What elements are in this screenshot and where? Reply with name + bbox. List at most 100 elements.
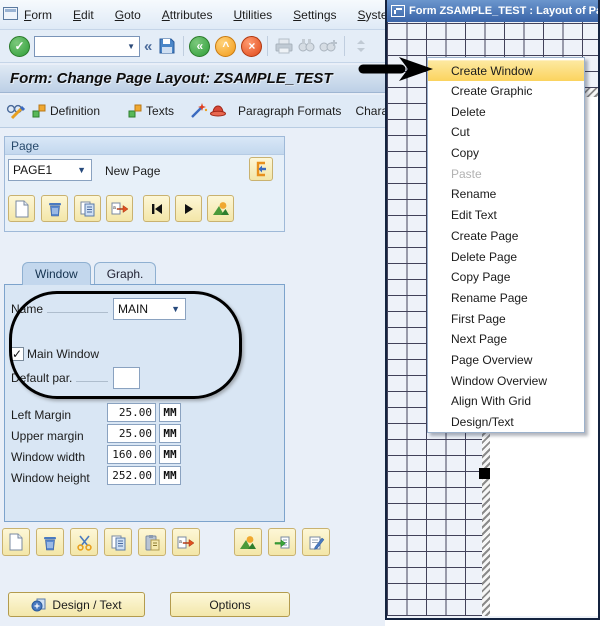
find-icon[interactable]: [295, 35, 317, 57]
default-par-label: Default par.: [11, 371, 73, 385]
collapse-icon[interactable]: «: [144, 38, 152, 55]
upper-margin-unit[interactable]: MM: [159, 424, 181, 443]
tab-window[interactable]: Window: [22, 262, 91, 285]
screen-title: Form: Change Page Layout: ZSAMPLE_TEST: [10, 70, 333, 87]
page-scroll-icon[interactable]: [350, 35, 372, 57]
default-par-field[interactable]: [113, 367, 140, 389]
options-button[interactable]: Options: [170, 592, 290, 617]
window-tab-panel: Name MAIN ▼ ✓ Main Window Default par. L…: [4, 284, 285, 522]
window-name-select[interactable]: MAIN ▼: [113, 298, 186, 320]
paste-button[interactable]: [138, 528, 166, 556]
ctx-rename-page[interactable]: Rename Page: [428, 288, 584, 309]
svg-text:a: a: [113, 205, 116, 211]
menu-system[interactable]: System: [358, 8, 385, 22]
resize-handle[interactable]: [479, 468, 490, 479]
ctx-create-page[interactable]: Create Page: [428, 226, 584, 247]
character-formats-button[interactable]: Characte: [355, 104, 385, 118]
copy-page-button[interactable]: [74, 195, 101, 222]
caret-down-icon: ▼: [77, 165, 86, 175]
scissors-icon: [76, 535, 92, 551]
first-page-button[interactable]: [143, 195, 170, 222]
delete-page-button[interactable]: [41, 195, 68, 222]
ctx-design-text[interactable]: Design/Text: [428, 412, 584, 433]
ctx-delete[interactable]: Delete: [428, 102, 584, 123]
definition-icon: [32, 104, 46, 118]
save-icon[interactable]: [156, 35, 178, 57]
ctx-paste: Paste: [451, 166, 482, 181]
form-window-icon: [391, 5, 405, 17]
ctx-window-overview[interactable]: Window Overview: [428, 371, 584, 392]
command-field[interactable]: ▼: [34, 35, 140, 57]
menu-edit[interactable]: Edit: [73, 8, 94, 22]
definition-button[interactable]: Definition: [32, 104, 100, 118]
page-groupbox: Page PAGE1 ▼ New Page a: [4, 136, 285, 232]
delete-window-button[interactable]: [36, 528, 64, 556]
enter-check-icon[interactable]: ✓: [9, 35, 30, 57]
paragraph-formats-button[interactable]: Paragraph Formats: [238, 104, 341, 118]
field-label: Left Margin: [11, 408, 72, 422]
menu-goto[interactable]: Goto: [115, 8, 141, 22]
create-window-button[interactable]: [2, 528, 30, 556]
page-select[interactable]: PAGE1 ▼: [8, 159, 92, 181]
find-next-icon[interactable]: [317, 35, 339, 57]
ctx-page-overview[interactable]: Page Overview: [428, 350, 584, 371]
edit-text-button[interactable]: [302, 528, 330, 556]
ctx-copy[interactable]: Copy: [428, 143, 584, 164]
design-text-icon: [31, 598, 46, 612]
edit-pencil-icon: [309, 536, 324, 550]
overview-image-icon: [240, 535, 256, 549]
ctx-first-page[interactable]: First Page: [428, 309, 584, 330]
window-overview-button[interactable]: [234, 528, 262, 556]
ctx-create-window[interactable]: Create Window: [428, 60, 584, 81]
display-change-icon[interactable]: [4, 100, 26, 122]
command-dropdown-icon[interactable]: ▼: [123, 42, 139, 51]
paste-icon: [145, 534, 159, 550]
back-icon[interactable]: «: [189, 35, 211, 57]
first-page-icon: [151, 203, 162, 214]
copy-button[interactable]: [104, 528, 132, 556]
command-input[interactable]: [35, 37, 124, 55]
system-menu-icon[interactable]: [3, 7, 18, 20]
ctx-align-with-grid[interactable]: Align With Grid: [428, 391, 584, 412]
ctx-edit-text[interactable]: Edit Text: [428, 205, 584, 226]
menu-form[interactable]: Form: [24, 8, 52, 22]
tab-graph[interactable]: Graph.: [93, 262, 157, 285]
next-page-button[interactable]: [175, 195, 202, 222]
ctx-create-graphic[interactable]: Create Graphic: [428, 81, 584, 102]
ctx-rename[interactable]: Rename: [428, 184, 584, 205]
window-height-field[interactable]: 252.00: [107, 466, 156, 485]
sap-form-painter-screen: Form Edit Goto Attributes Utilities Sett…: [0, 0, 600, 626]
menu-settings[interactable]: Settings: [293, 8, 336, 22]
caret-down-icon: ▼: [171, 304, 180, 314]
window-width-unit[interactable]: MM: [159, 445, 181, 464]
print-icon[interactable]: [273, 35, 295, 57]
ctx-delete-page[interactable]: Delete Page: [428, 247, 584, 268]
left-margin-unit[interactable]: MM: [159, 403, 181, 422]
exit-icon[interactable]: ^: [215, 35, 237, 57]
design-text-button[interactable]: Design / Text: [8, 592, 145, 617]
menu-utilities[interactable]: Utilities: [233, 8, 272, 22]
jump-back-button[interactable]: [249, 157, 273, 181]
hat-icon[interactable]: [208, 100, 228, 122]
create-page-button[interactable]: [8, 195, 35, 222]
cancel-icon[interactable]: ×: [241, 35, 263, 57]
window-height-unit[interactable]: MM: [159, 466, 181, 485]
page-overview-button[interactable]: [207, 195, 234, 222]
rename-button[interactable]: a: [172, 528, 200, 556]
standard-toolbar: ✓ ▼ « « ^ ×: [0, 30, 385, 63]
upper-margin-field[interactable]: 25.00: [107, 424, 156, 443]
ctx-copy-page[interactable]: Copy Page: [428, 267, 584, 288]
texts-button[interactable]: Texts: [128, 104, 174, 118]
wand-icon[interactable]: [188, 100, 208, 122]
menu-attributes[interactable]: Attributes: [162, 8, 213, 22]
main-window-checkbox[interactable]: ✓: [10, 347, 24, 361]
export-button[interactable]: [268, 528, 296, 556]
ctx-cut[interactable]: Cut: [428, 122, 584, 143]
rename-page-button[interactable]: a: [106, 195, 133, 222]
left-margin-field[interactable]: 25.00: [107, 403, 156, 422]
page-grid[interactable]: Create Window Create Graphic Delete Cut …: [387, 22, 598, 616]
painter-title-bar[interactable]: Form ZSAMPLE_TEST : Layout of Pag: [387, 0, 598, 22]
ctx-next-page[interactable]: Next Page: [428, 329, 584, 350]
window-width-field[interactable]: 160.00: [107, 445, 156, 464]
cut-button[interactable]: [70, 528, 98, 556]
